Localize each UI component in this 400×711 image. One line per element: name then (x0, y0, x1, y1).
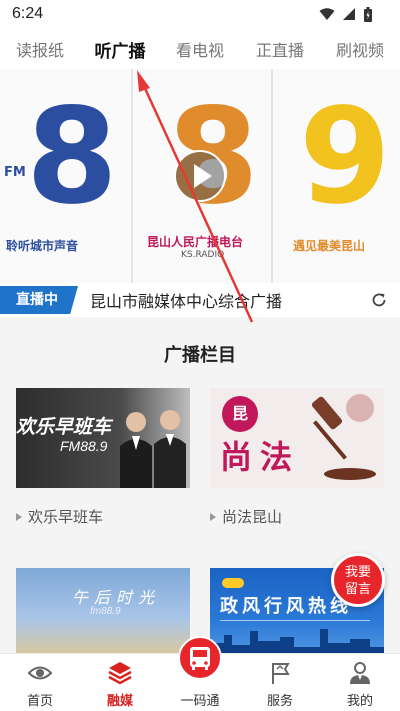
thumb-divider (220, 620, 370, 621)
banner-number-3: 9 (299, 80, 391, 234)
program-name: 尚法昆山 (222, 508, 283, 526)
program-thumb-badge: 昆 (222, 396, 258, 432)
nav-media[interactable]: 融媒 (80, 654, 160, 711)
program-thumb-title: 尚法 (220, 438, 301, 476)
wifi-icon (319, 8, 335, 20)
battery-icon (364, 7, 372, 22)
nav-mine-label: 我的 (346, 694, 373, 709)
bus-code-icon (178, 636, 222, 680)
banner-number-1: 8 (26, 80, 118, 234)
play-icon[interactable] (173, 149, 227, 203)
app-root: { "status_bar": {"time": "6:24"}, "tabs"… (0, 0, 400, 711)
status-icons (319, 7, 372, 22)
program-thumb-sub: FM88.9 (60, 438, 108, 454)
live-title[interactable]: 昆山市融媒体中心综合广播 (90, 288, 282, 312)
banner-fm-label: FM (4, 165, 26, 180)
leave-message-line1: 我要 (344, 565, 371, 580)
banner-panel-3: 9 遇见最美昆山 (273, 69, 400, 283)
tab-videos[interactable]: 刷视频 (320, 37, 400, 61)
signal-icon (343, 8, 355, 20)
refresh-icon[interactable] (370, 291, 388, 309)
program-thumb-sub: fm88.9 (90, 606, 121, 617)
person-icon (350, 662, 370, 684)
tab-tv[interactable]: 看电视 (160, 37, 240, 61)
hosts-image (120, 410, 186, 488)
tab-live[interactable]: 正直播 (240, 37, 320, 61)
program-thumb-badge (222, 578, 244, 588)
program-label-2[interactable]: 尚法昆山 (210, 506, 282, 527)
nav-media-label: 融媒 (106, 694, 133, 709)
banner-panel-1: 8 FM 聆听城市声音 (0, 69, 131, 283)
program-section: 广播栏目 欢乐早班车 FM88.9 欢乐早班车 昆 尚法 尚法昆山 午后时光 f… (0, 317, 400, 653)
nav-service[interactable]: 服务 (240, 654, 320, 711)
program-card-3[interactable]: 午后时光 fm88.9 (16, 568, 190, 653)
nav-service-label: 服务 (266, 694, 293, 709)
eye-home-icon (27, 666, 53, 680)
layers-icon (108, 662, 132, 685)
nav-home[interactable]: 首页 (0, 654, 80, 711)
skyline-image (210, 629, 384, 653)
status-time: 6:24 (12, 5, 44, 22)
nav-home-label: 首页 (26, 694, 53, 709)
bottom-nav: 首页 融媒 一码通 服务 我的 (0, 636, 400, 711)
program-card-1[interactable]: 欢乐早班车 FM88.9 (16, 388, 190, 488)
section-title: 广播栏目 (164, 345, 236, 366)
leave-message-button[interactable]: 我要 留言 (331, 553, 385, 607)
tab-newspaper[interactable]: 读报纸 (0, 37, 80, 61)
program-label-1[interactable]: 欢乐早班车 (16, 506, 103, 527)
nav-code[interactable]: 一码通 (160, 636, 240, 711)
triangle-icon (16, 512, 22, 521)
banner-caption-3: 遇见最美昆山 (293, 239, 366, 253)
live-bar[interactable]: 直播中 昆山市融媒体中心综合广播 (0, 283, 400, 317)
program-card-2[interactable]: 昆 尚法 (210, 388, 384, 488)
live-badge: 直播中 (0, 286, 78, 314)
category-tabs: 读报纸 听广播 看电视 正直播 刷视频 (0, 30, 400, 68)
program-thumb-title: 政风行风热线 (220, 596, 352, 617)
banner-sub-2: KS.RADIO (181, 250, 225, 260)
radio-banner[interactable]: 8 FM 聆听城市声音 8. 昆山人民广播电台 KS.RADIO 9 遇见最美昆… (0, 69, 400, 283)
tab-radio[interactable]: 听广播 (80, 37, 160, 62)
program-thumb-title: 欢乐早班车 (16, 416, 112, 438)
banner-caption-2: 昆山人民广播电台 (147, 235, 244, 249)
banner-caption-1: 聆听城市声音 (6, 239, 79, 253)
nav-code-label: 一码通 (180, 694, 220, 709)
flag-service-icon (272, 663, 290, 684)
triangle-icon (210, 512, 216, 521)
status-bar: 6:24 (0, 0, 400, 30)
program-thumb-title: 午后时光 (72, 588, 161, 607)
leave-message-line2: 留言 (344, 582, 371, 597)
program-name: 欢乐早班车 (28, 508, 104, 526)
nav-mine[interactable]: 我的 (320, 654, 400, 711)
